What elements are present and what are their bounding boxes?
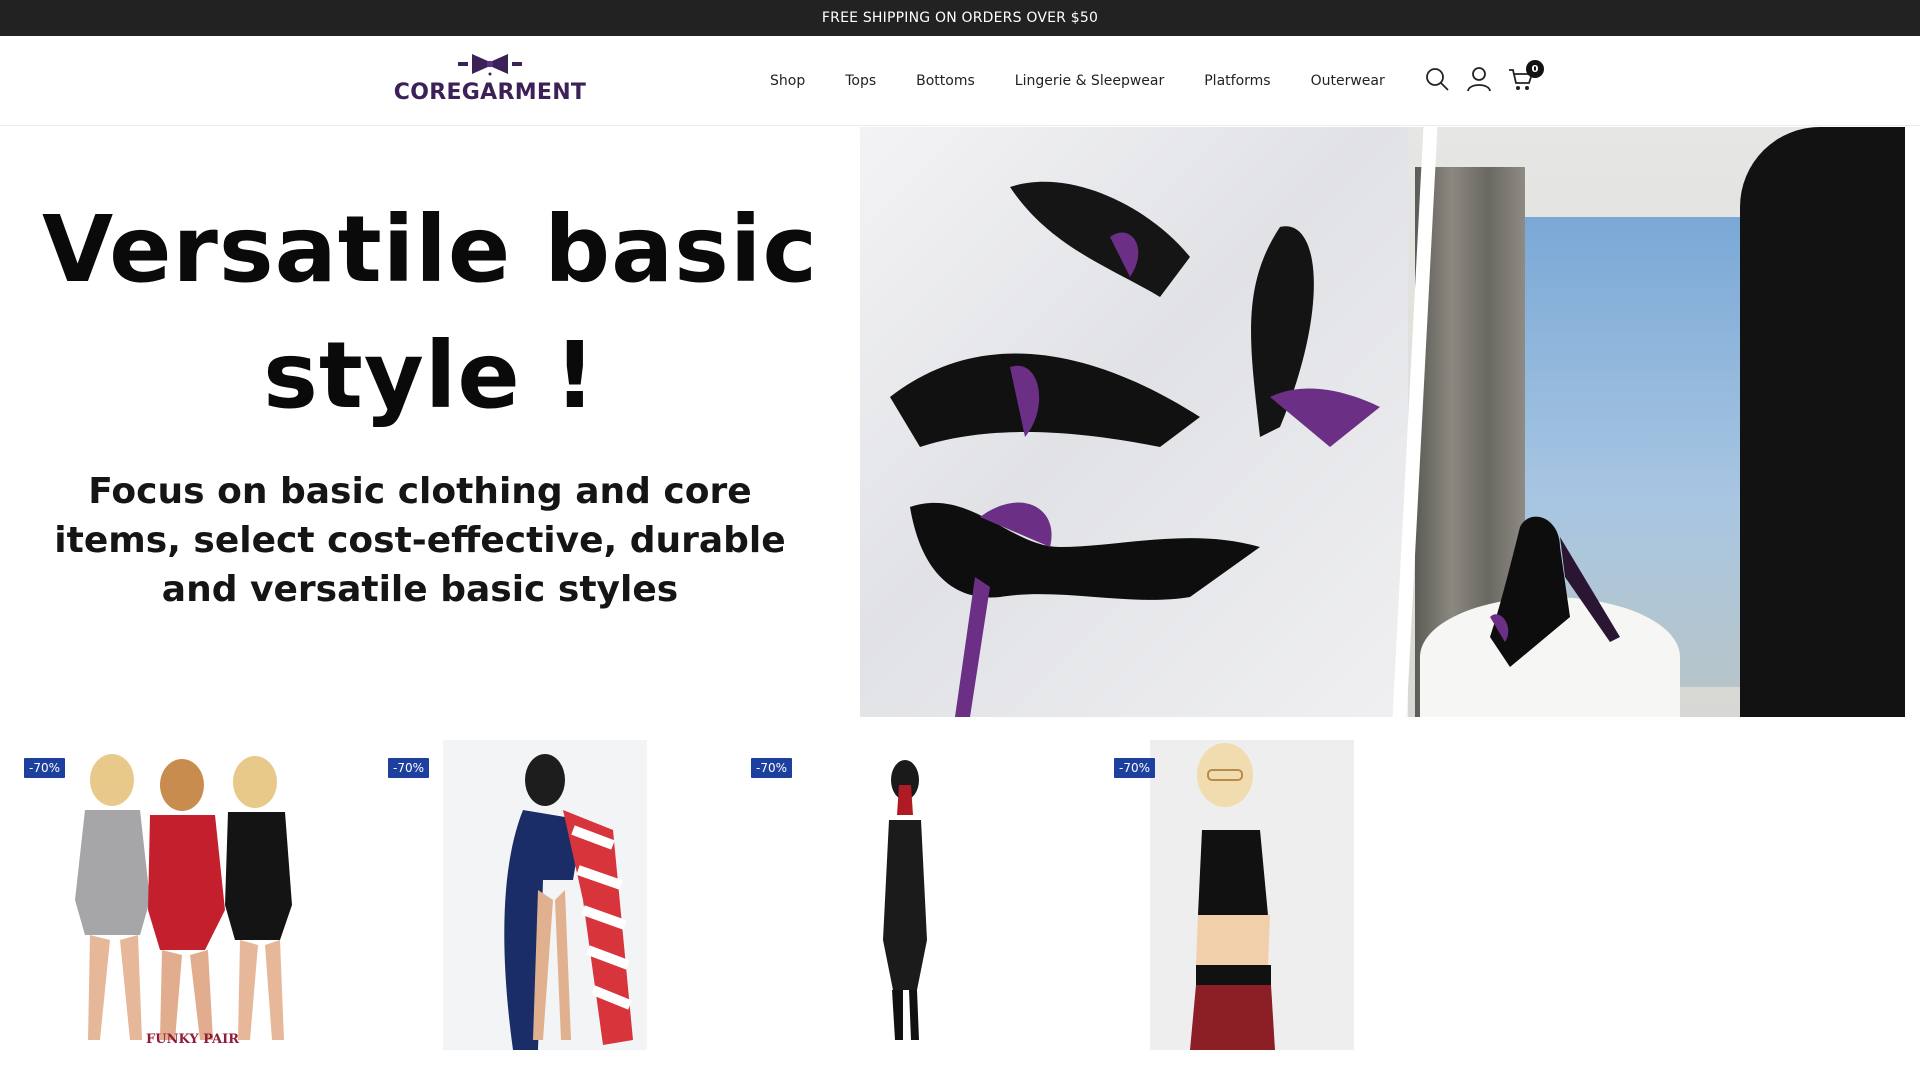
product-card[interactable]: -70% — [727, 740, 1067, 1060]
nav-platforms[interactable]: Platforms — [1204, 73, 1270, 89]
model-black-dress — [1740, 127, 1905, 717]
product-grid: FUNKY PAIR -70% -70% -70% -70% — [0, 740, 1920, 1080]
search-icon[interactable] — [1424, 66, 1450, 92]
product-image-bodysuits — [0, 740, 340, 1050]
purple-heels-image — [890, 181, 1380, 717]
user-icon[interactable] — [1466, 66, 1492, 92]
bowtie-icon — [458, 54, 522, 76]
product-card[interactable]: -70% — [364, 740, 704, 1060]
cart-icon[interactable]: 0 — [1508, 60, 1544, 92]
announcement-bar: FREE SHIPPING ON ORDERS OVER $50 — [0, 0, 1920, 36]
site-header: COREGARMENT Shop Tops Bottoms Lingerie &… — [0, 36, 1920, 126]
hero-title-line1: Versatile basic — [41, 196, 819, 303]
hero-title: Versatile basic style ! — [0, 187, 860, 439]
nav-tops[interactable]: Tops — [845, 73, 876, 89]
product-image-black-dress — [727, 740, 1067, 1050]
nav-outerwear[interactable]: Outerwear — [1311, 73, 1385, 89]
hero-subtitle: Focus on basic clothing and core items, … — [54, 471, 786, 610]
held-heel-image — [1490, 516, 1620, 667]
discount-badge: -70% — [24, 758, 66, 778]
hero-text: Versatile basic style ! Focus on basic c… — [0, 127, 860, 717]
main-nav: Shop Tops Bottoms Lingerie & Sleepwear P… — [770, 36, 1425, 126]
cart-count-badge: 0 — [1526, 60, 1544, 78]
hero-title-line2: style ! — [263, 322, 597, 429]
brand-logo[interactable]: COREGARMENT — [390, 52, 590, 112]
announcement-text: FREE SHIPPING ON ORDERS OVER $50 — [821, 10, 1099, 26]
brand-name: COREGARMENT — [393, 80, 587, 105]
nav-bottoms[interactable]: Bottoms — [916, 73, 975, 89]
nav-shop[interactable]: Shop — [770, 73, 805, 89]
discount-badge: -70% — [751, 758, 793, 778]
nav-lingerie-sleepwear[interactable]: Lingerie & Sleepwear — [1015, 73, 1164, 89]
product-card[interactable]: -70% — [1090, 740, 1430, 1060]
header-actions: 0 — [1424, 60, 1544, 92]
discount-badge: -70% — [1114, 758, 1156, 778]
discount-badge: -70% — [388, 758, 430, 778]
product-card[interactable]: FUNKY PAIR -70% — [0, 740, 340, 1060]
image-caption: FUNKY PAIR — [146, 1032, 240, 1047]
hero-image-shoes[interactable] — [860, 127, 1905, 717]
product-image-crop-top-shorts — [1150, 740, 1354, 1050]
product-image-flag-robe — [443, 740, 647, 1050]
